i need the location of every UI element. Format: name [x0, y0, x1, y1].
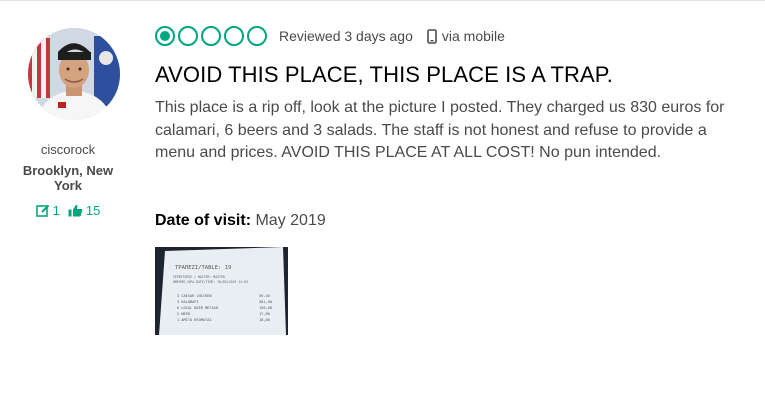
rating-bubble-2 — [178, 26, 198, 46]
review-body: This place is a rip off, look at the pic… — [155, 99, 725, 161]
receipt-header: ΤΡΑΠΕΖΙ/TABLE: 19 — [175, 265, 231, 271]
reviewer-username[interactable]: ciscorock — [10, 142, 126, 157]
via-mobile-badge: via mobile — [427, 28, 505, 44]
receipt-photo: ΤΡΑΠΕΖΙ/TABLE: 19 ΣΕΡΒΙΤΟΡΟΣ / WAITER: M… — [155, 247, 288, 335]
receipt-item-5: 1 AMITA NTOMATAΣ — [177, 318, 212, 322]
review-date: Reviewed 3 days ago — [279, 28, 413, 44]
receipt-item-4: 2 NEPO — [177, 312, 190, 316]
via-mobile-label: via mobile — [441, 28, 505, 44]
rating-bubble-4 — [224, 26, 244, 46]
avatar-image — [28, 28, 120, 120]
receipt-price-2: 581,00 — [259, 300, 272, 304]
receipt-price-5: 18,00 — [259, 318, 270, 322]
reviewer-stats: 1 15 — [10, 203, 126, 218]
helpful-votes-value: 15 — [85, 203, 101, 218]
date-of-visit-label: Date of visit: — [155, 212, 252, 229]
rating-bubble-5 — [247, 26, 267, 46]
receipt-line-2: ΗΜΕΡΟΜ./ΩΡΑ-DATE/TIME: 18/05/2019 14:03 — [173, 280, 248, 284]
rating-bubble-3 — [201, 26, 221, 46]
review-rating-row: Reviewed 3 days ago via mobile — [155, 26, 505, 46]
review-pencil-icon — [35, 204, 49, 217]
reviewer-avatar[interactable] — [28, 28, 120, 120]
thumbs-up-icon — [68, 204, 83, 217]
receipt-item-2: 3 KALAMAPI — [177, 300, 199, 304]
receipt-price-3: 150,00 — [259, 306, 272, 310]
review-photo[interactable]: ΤΡΑΠΕΖΙ/TABLE: 19 ΣΕΡΒΙΤΟΡΟΣ / WAITER: M… — [155, 247, 288, 335]
bubble-rating — [155, 26, 270, 46]
top-divider — [0, 0, 765, 1]
reviewer-location: Brooklyn, New York — [22, 163, 114, 193]
receipt-item-1: 3 CAESAR CHICKEN — [177, 294, 212, 298]
date-of-visit: Date of visit: May 2019 — [155, 212, 326, 230]
receipt-line-1: ΣΕΡΒΙΤΟΡΟΣ / WAITER: MASTER — [173, 275, 225, 279]
receipt-item-3: 6 LOCAL BEER MEΓAΛH — [177, 306, 218, 310]
date-of-visit-value: May 2019 — [255, 212, 326, 229]
contributions-value: 1 — [52, 203, 60, 218]
review-title[interactable]: AVOID THIS PLACE, THIS PLACE IS A TRAP. — [155, 62, 613, 88]
contributions-count: 1 — [35, 203, 60, 218]
receipt-price-4: 17,80 — [259, 312, 270, 316]
helpful-votes-count: 15 — [68, 203, 100, 218]
mobile-phone-icon — [427, 28, 437, 44]
receipt-price-1: 59,40 — [259, 294, 270, 298]
rating-bubble-1 — [155, 26, 175, 46]
